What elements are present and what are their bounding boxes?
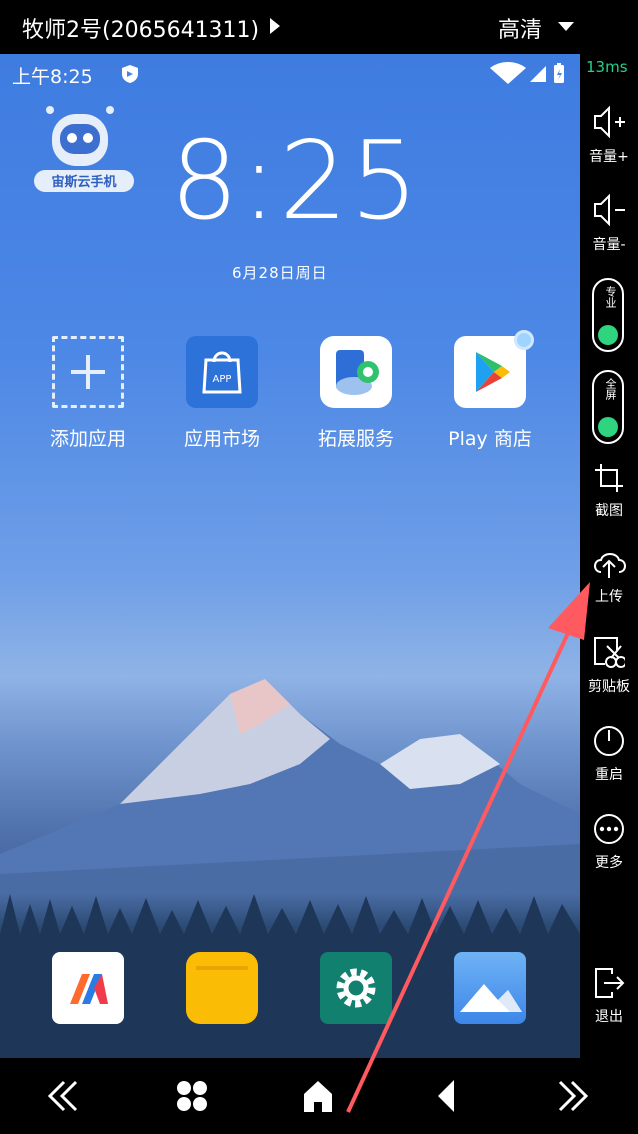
video-app-icon[interactable] xyxy=(52,952,124,1024)
double-left-icon[interactable] xyxy=(44,1076,84,1116)
top-bar: 牧师2号(2065641311) 高清 xyxy=(0,0,638,54)
app-play-store[interactable]: Play 商店 xyxy=(430,330,550,451)
fullscreen-toggle[interactable]: 全屏 xyxy=(592,370,624,444)
settings-icon[interactable] xyxy=(320,952,392,1024)
back-icon[interactable] xyxy=(428,1076,468,1116)
more-label: 更多 xyxy=(595,855,623,871)
quality-selector[interactable]: 高清 xyxy=(498,12,542,44)
zeus-cloud-phone-logo: 宙斯云手机 xyxy=(34,106,134,192)
quality-dropdown-icon[interactable] xyxy=(558,22,574,31)
app-store-icon: APP xyxy=(186,336,258,408)
files-icon[interactable] xyxy=(186,952,258,1024)
app-label: 拓展服务 xyxy=(317,428,394,450)
home-clock: 8:25 xyxy=(170,119,421,244)
clipboard-label: 剪贴板 xyxy=(588,679,630,695)
volume-down-button[interactable]: 音量- xyxy=(580,192,638,254)
power-icon xyxy=(594,726,624,756)
more-button[interactable]: 更多 xyxy=(580,812,638,872)
exit-label: 退出 xyxy=(595,1009,623,1025)
clipboard-button[interactable]: 剪贴板 xyxy=(580,636,638,696)
cloud-upload-icon xyxy=(594,553,626,578)
home-icon[interactable] xyxy=(298,1076,338,1116)
notification-dot xyxy=(514,330,534,350)
device-dropdown-icon[interactable] xyxy=(270,18,280,34)
screenshot-button[interactable]: 截图 xyxy=(580,462,638,520)
device-name[interactable]: 牧师2号(2065641311) xyxy=(22,12,259,44)
exit-button[interactable]: 退出 xyxy=(580,966,638,1026)
toggle-knob xyxy=(598,417,618,437)
app-label: 添加应用 xyxy=(49,428,126,450)
clipboard-icon xyxy=(594,637,627,668)
add-app-icon xyxy=(52,336,124,408)
app-market[interactable]: APP 应用市场 xyxy=(162,336,282,451)
home-date: 6月28日周日 xyxy=(232,264,328,282)
app-add[interactable]: 添加应用 xyxy=(28,336,148,451)
svg-text:宙斯云手机: 宙斯云手机 xyxy=(51,174,116,190)
exit-icon xyxy=(595,968,625,998)
screenshot-label: 截图 xyxy=(595,503,623,519)
fullscreen-label: 全屏 xyxy=(604,378,617,400)
volume-down-icon xyxy=(594,193,625,227)
shield-icon xyxy=(122,65,138,83)
volume-up-label: 音量+ xyxy=(589,149,629,165)
app-extension[interactable]: 拓展服务 xyxy=(296,336,416,451)
battery-icon xyxy=(554,63,564,83)
app-badge-text: APP xyxy=(213,374,232,385)
latency-indicator: 13ms xyxy=(586,58,628,76)
extension-service-icon xyxy=(320,336,392,408)
upload-button[interactable]: 上传 xyxy=(580,548,638,606)
more-icon xyxy=(594,814,624,844)
app-switcher-icon[interactable] xyxy=(172,1076,212,1116)
status-icons xyxy=(490,62,564,84)
status-time: 上午8:25 xyxy=(12,66,93,88)
reboot-label: 重启 xyxy=(595,767,623,783)
status-bar: 上午8:25 xyxy=(0,54,580,92)
double-right-icon[interactable] xyxy=(552,1076,592,1116)
phone-screen[interactable]: 上午8:25 宙斯云手机 8:25 6月28日周日 添加应用 APP 应用市场 … xyxy=(0,54,580,1058)
play-store-icon xyxy=(454,330,534,408)
app-label: 应用市场 xyxy=(183,428,260,450)
crop-icon xyxy=(595,464,623,492)
reboot-button[interactable]: 重启 xyxy=(580,724,638,784)
bottom-nav-bar xyxy=(0,1058,638,1134)
wifi-icon xyxy=(490,62,526,84)
volume-up-button[interactable]: 音量+ xyxy=(580,104,638,166)
pro-mode-label: 专业 xyxy=(604,286,617,308)
volume-up-icon xyxy=(594,105,625,139)
volume-down-label: 音量- xyxy=(592,237,626,253)
app-label: Play 商店 xyxy=(448,428,532,450)
upload-label: 上传 xyxy=(595,589,623,605)
pro-mode-toggle[interactable]: 专业 xyxy=(592,278,624,352)
gallery-icon[interactable] xyxy=(454,952,526,1024)
toggle-knob xyxy=(598,325,618,345)
signal-icon xyxy=(530,66,546,82)
